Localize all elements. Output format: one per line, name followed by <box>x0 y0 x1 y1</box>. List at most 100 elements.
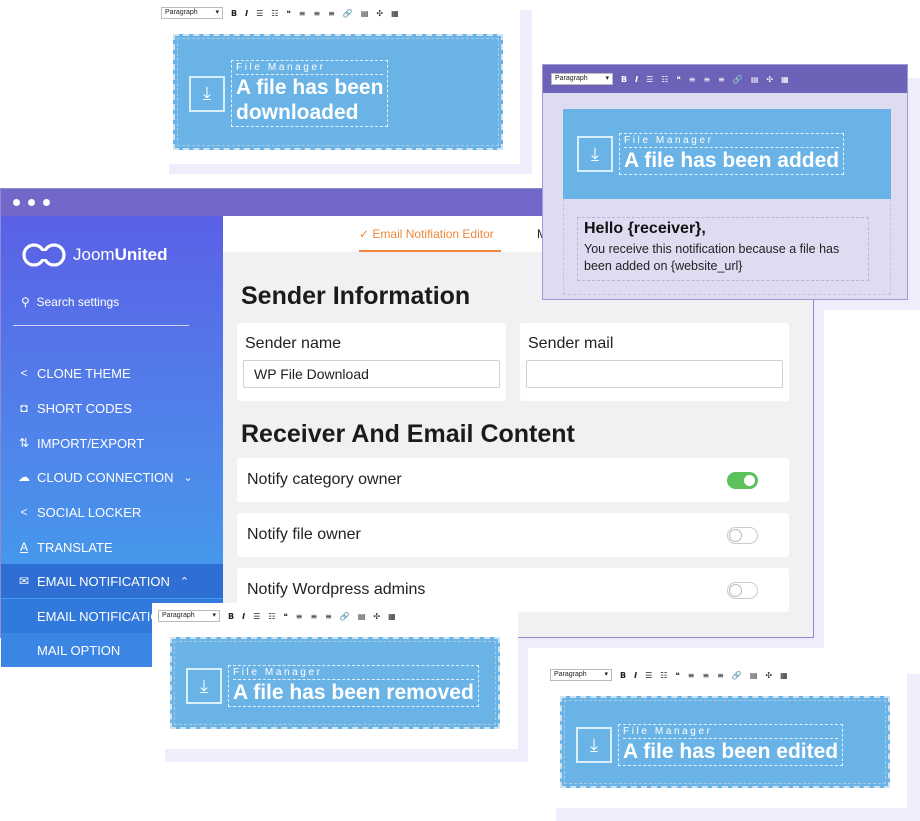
link-icon[interactable]: 🔗 <box>732 671 742 680</box>
banner-title: A file has been edited <box>623 740 839 763</box>
link-icon[interactable]: 🔗 <box>343 9 353 18</box>
toggle-knob <box>729 529 742 542</box>
fullscreen-icon[interactable]: ✣ <box>766 75 773 84</box>
sender-name-card: Sender name <box>237 323 506 401</box>
sidebar-item-cloud-connection[interactable]: ☁ CLOUD CONNECTION ⌄ <box>1 460 223 494</box>
table-icon[interactable]: ▦ <box>780 671 788 680</box>
numbered-list-icon[interactable]: ☷ <box>268 612 275 621</box>
banner-subtitle: File Manager <box>623 726 839 739</box>
tab-email-notification-editor[interactable]: ✓ Email Notifiation Editor <box>359 227 494 241</box>
window-dot[interactable] <box>43 199 50 206</box>
align-left-icon[interactable]: ≡ <box>688 671 695 680</box>
editor-toolbar: Paragraph B I ☰ ☷ ❝ ≡ ≡ ≡ 🔗 ▤ ✣ ▦ <box>543 65 907 93</box>
search-settings[interactable]: ⚲ Search settings <box>21 295 119 309</box>
paragraph-select[interactable]: Paragraph <box>550 669 612 681</box>
notify-category-owner-toggle[interactable] <box>727 472 758 489</box>
share-icon: < <box>20 366 28 380</box>
align-center-icon[interactable]: ≡ <box>702 671 709 680</box>
active-tab-indicator <box>359 250 501 252</box>
bullet-list-icon[interactable]: ☰ <box>646 75 653 84</box>
window-dot[interactable] <box>28 199 35 206</box>
sidebar-item-clone-theme[interactable]: < CLONE THEME <box>1 356 223 390</box>
download-icon: ⤓ <box>576 727 612 763</box>
horizontal-rule-icon[interactable]: ▤ <box>750 671 758 680</box>
editor-added: Paragraph B I ☰ ☷ ❝ ≡ ≡ ≡ 🔗 ▤ ✣ ▦ ⤓ File… <box>542 64 908 300</box>
sidebar-item-translate[interactable]: A TRANSLATE <box>1 530 223 564</box>
sender-mail-input[interactable] <box>526 360 783 388</box>
link-icon[interactable]: 🔗 <box>733 75 743 84</box>
bold-button[interactable]: B <box>228 612 234 621</box>
sidebar-item-import-export[interactable]: ⇅ IMPORT/EXPORT <box>1 426 223 460</box>
sidebar-item-email-notification[interactable]: ✉ EMAIL NOTIFICATION ⌃ <box>1 564 223 598</box>
paragraph-select[interactable]: Paragraph <box>158 610 220 622</box>
sender-name-input[interactable] <box>243 360 500 388</box>
sidebar-item-short-codes[interactable]: ◘ SHORT CODES <box>1 391 223 425</box>
bullet-list-icon[interactable]: ☰ <box>645 671 652 680</box>
bold-button[interactable]: B <box>621 75 627 84</box>
banner-subtitle: File Manager <box>233 667 474 680</box>
email-banner[interactable]: ⤓ File Manager A file has been edited <box>560 696 890 788</box>
horizontal-rule-icon[interactable]: ▤ <box>361 9 369 18</box>
joomunited-logo: JoomUnited <box>21 242 167 268</box>
link-icon[interactable]: 🔗 <box>340 612 350 621</box>
fullscreen-icon[interactable]: ✣ <box>376 9 383 18</box>
toggle-row: Notify file owner <box>237 513 789 557</box>
align-right-icon[interactable]: ≡ <box>325 612 332 621</box>
align-left-icon[interactable]: ≡ <box>689 75 696 84</box>
window-dot[interactable] <box>13 199 20 206</box>
numbered-list-icon[interactable]: ☷ <box>660 671 667 680</box>
banner-title: A file has been <box>236 76 384 99</box>
fullscreen-icon[interactable]: ✣ <box>765 671 772 680</box>
align-center-icon[interactable]: ≡ <box>703 75 710 84</box>
quote-icon[interactable]: ❝ <box>675 671 679 680</box>
align-right-icon[interactable]: ≡ <box>328 9 335 18</box>
bullet-list-icon[interactable]: ☰ <box>256 9 263 18</box>
email-banner[interactable]: ⤓ File Manager A file has been added <box>563 109 891 199</box>
align-left-icon[interactable]: ≡ <box>296 612 303 621</box>
paragraph-select[interactable]: Paragraph <box>551 73 613 85</box>
align-center-icon[interactable]: ≡ <box>313 9 320 18</box>
fullscreen-icon[interactable]: ✣ <box>373 612 380 621</box>
table-icon[interactable]: ▦ <box>781 75 789 84</box>
align-right-icon[interactable]: ≡ <box>718 75 725 84</box>
import-export-icon: ⇅ <box>18 436 30 450</box>
align-left-icon[interactable]: ≡ <box>299 9 306 18</box>
sidebar-item-social-locker[interactable]: < SOCIAL LOCKER <box>1 495 223 529</box>
align-center-icon[interactable]: ≡ <box>310 612 317 621</box>
notify-admins-toggle[interactable] <box>727 582 758 599</box>
editor-toolbar: Paragraph B I ☰ ☷ ❝ ≡ ≡ ≡ 🔗 ▤ ✣ ▦ <box>155 0 520 26</box>
toggle-knob <box>729 584 742 597</box>
editor-downloaded: Paragraph B I ☰ ☷ ❝ ≡ ≡ ≡ 🔗 ▤ ✣ ▦ ⤓ File… <box>155 0 520 164</box>
horizontal-rule-icon[interactable]: ▤ <box>751 75 759 84</box>
italic-button[interactable]: I <box>242 612 245 621</box>
table-icon[interactable]: ▦ <box>391 9 399 18</box>
quote-icon[interactable]: ❝ <box>676 75 680 84</box>
quote-icon[interactable]: ❝ <box>286 9 290 18</box>
quote-icon[interactable]: ❝ <box>283 612 287 621</box>
chevron-up-icon: ⌃ <box>179 575 190 588</box>
email-banner[interactable]: ⤓ File Manager A file has been removed <box>170 637 500 729</box>
italic-button[interactable]: I <box>635 75 638 84</box>
download-icon: ⤓ <box>186 668 222 704</box>
italic-button[interactable]: I <box>634 671 637 680</box>
email-banner[interactable]: ⤓ File Manager A file has been downloade… <box>173 34 503 150</box>
align-right-icon[interactable]: ≡ <box>717 671 724 680</box>
numbered-list-icon[interactable]: ☷ <box>271 9 278 18</box>
table-icon[interactable]: ▦ <box>388 612 396 621</box>
paragraph-select[interactable]: Paragraph <box>161 7 223 19</box>
italic-button[interactable]: I <box>245 9 248 18</box>
banner-title: A file has been added <box>624 149 840 172</box>
numbered-list-icon[interactable]: ☷ <box>661 75 668 84</box>
sidebar-divider <box>13 325 189 326</box>
notify-file-owner-toggle[interactable] <box>727 527 758 544</box>
shortcode-icon: ◘ <box>20 401 28 415</box>
toggle-label: Notify Wordpress admins <box>247 581 426 598</box>
email-body-text: You receive this notification because a … <box>584 242 840 273</box>
bold-button[interactable]: B <box>231 9 237 18</box>
bullet-list-icon[interactable]: ☰ <box>253 612 260 621</box>
horizontal-rule-icon[interactable]: ▤ <box>358 612 366 621</box>
bold-button[interactable]: B <box>620 671 626 680</box>
sidebar: JoomUnited ⚲ Search settings < CLONE THEM… <box>1 216 223 667</box>
sender-mail-card: Sender mail <box>520 323 789 401</box>
email-body[interactable]: Hello {receiver}, You receive this notif… <box>577 217 869 281</box>
